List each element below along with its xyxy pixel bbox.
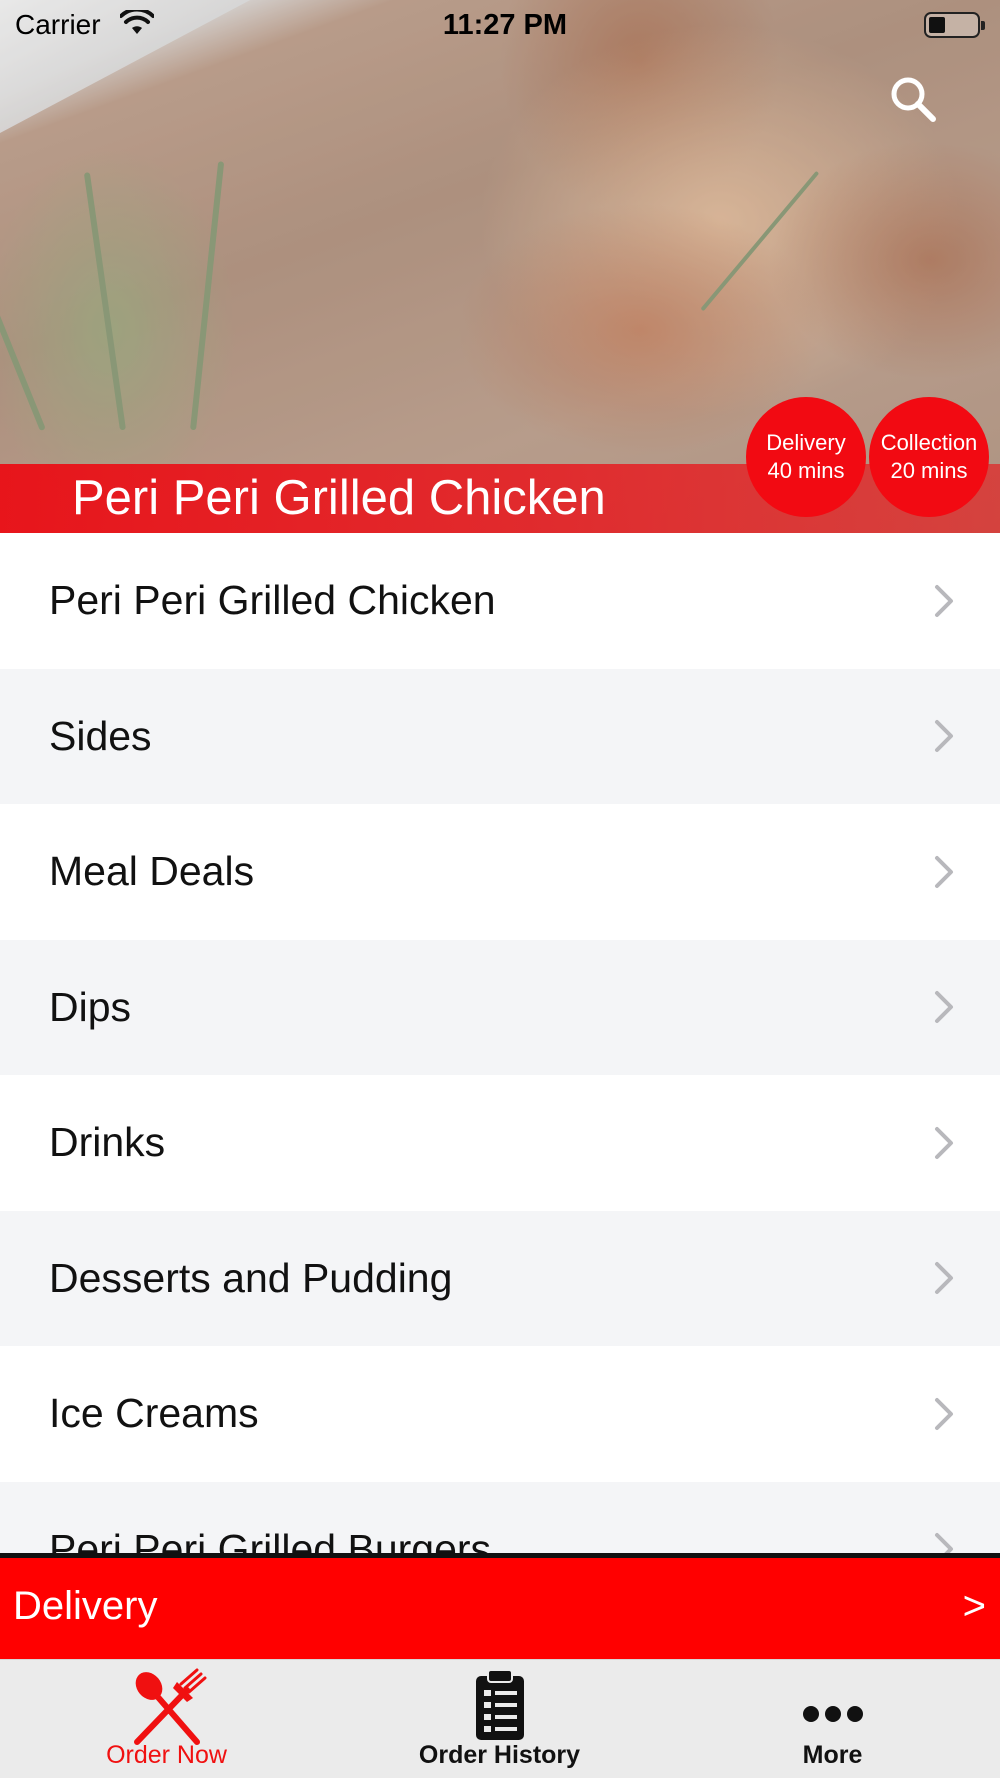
chevron-right-icon <box>935 1533 953 1553</box>
menu-category-label: Drinks <box>49 1119 166 1166</box>
tab-label: Order Now <box>106 1741 227 1769</box>
tab-label: More <box>802 1741 863 1769</box>
collection-badge-label: Collection <box>880 430 978 455</box>
fork-knife-icon <box>127 1668 207 1751</box>
clipboard-list-icon <box>474 1668 526 1747</box>
status-time: 11:27 PM <box>442 9 568 41</box>
menu-category-label: Desserts and Pudding <box>49 1254 453 1301</box>
delivery-badge-label: Delivery <box>766 430 846 455</box>
menu-category-list[interactable]: Peri Peri Grilled Chicken Sides Meal Dea… <box>0 533 1000 1553</box>
menu-category-item[interactable]: Peri Peri Grilled Chicken <box>0 533 1000 669</box>
chevron-right-icon <box>935 1397 953 1430</box>
delivery-badge-time: 40 mins <box>767 458 845 483</box>
tab-label: Order History <box>418 1741 581 1769</box>
restaurant-name: Peri Peri Grilled Chicken <box>72 471 606 525</box>
chevron-right-icon <box>935 1126 953 1159</box>
menu-category-label: Ice Creams <box>49 1390 259 1437</box>
tab-more[interactable]: More <box>666 1660 999 1778</box>
collection-time-badge: Collection 20 mins <box>869 397 989 517</box>
menu-category-label: Sides <box>49 712 152 759</box>
menu-category-item[interactable]: Drinks <box>0 1075 1000 1211</box>
delivery-time-badge: Delivery 40 mins <box>746 397 866 517</box>
status-bar: Carrier 11:27 PM <box>0 0 1000 50</box>
order-mode-arrow: > <box>962 1584 986 1628</box>
menu-category-item[interactable]: Dips <box>0 939 1000 1075</box>
order-mode-bar[interactable]: Delivery > <box>0 1558 1000 1659</box>
chevron-right-icon <box>935 720 953 753</box>
chevron-right-icon <box>935 584 953 617</box>
menu-category-label: Meal Deals <box>49 848 255 895</box>
chevron-right-icon <box>935 1262 953 1295</box>
menu-category-item[interactable]: Desserts and Pudding <box>0 1210 1000 1346</box>
menu-category-item[interactable]: Meal Deals <box>0 804 1000 940</box>
menu-category-label: Peri Peri Grilled Burgers <box>49 1525 492 1553</box>
chevron-right-icon <box>935 991 953 1024</box>
menu-category-item[interactable]: Sides <box>0 668 1000 804</box>
menu-category-item[interactable]: Ice Creams <box>0 1346 1000 1482</box>
battery-icon <box>924 12 985 38</box>
menu-category-label: Peri Peri Grilled Chicken <box>49 577 496 624</box>
menu-category-item[interactable]: Peri Peri Grilled Burgers <box>0 1481 1000 1553</box>
tab-order-now[interactable]: Order Now <box>0 1660 333 1778</box>
chevron-right-icon <box>935 855 953 888</box>
search-icon[interactable] <box>888 74 940 126</box>
tab-order-history[interactable]: Order History <box>333 1660 666 1778</box>
tab-bar: Order Now Order History More <box>0 1659 1000 1778</box>
order-mode-label: Delivery <box>13 1584 158 1628</box>
menu-category-label: Dips <box>49 983 132 1030</box>
collection-badge-time: 20 mins <box>890 458 968 483</box>
more-dots-icon <box>802 1668 864 1747</box>
